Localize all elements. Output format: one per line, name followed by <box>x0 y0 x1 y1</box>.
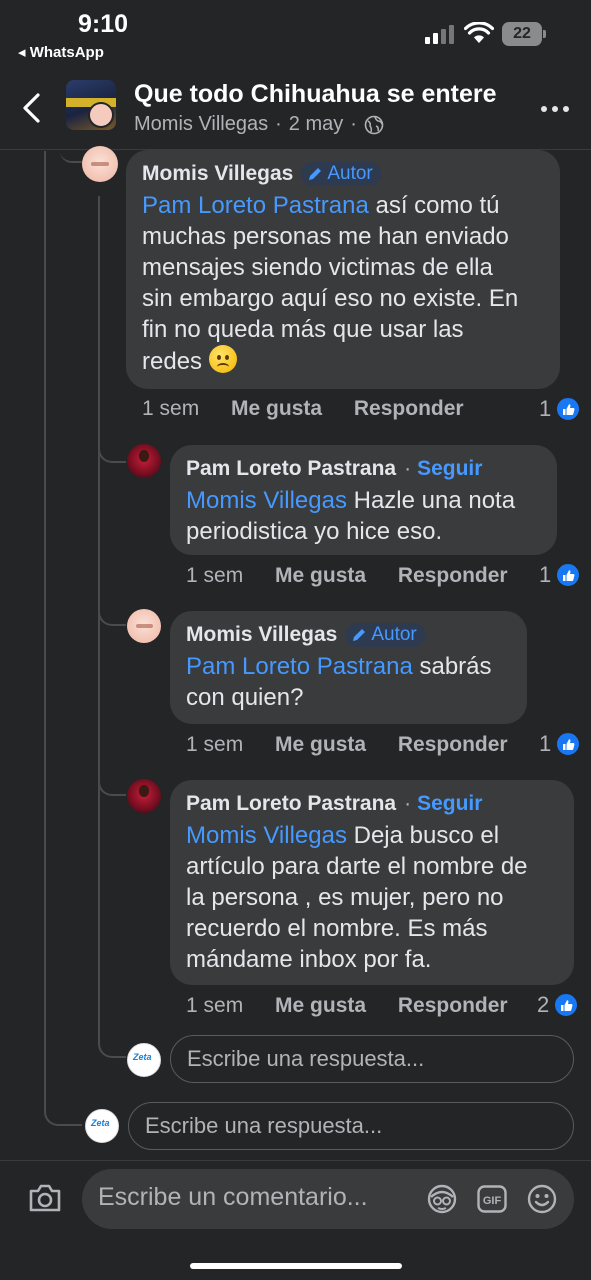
gif-icon[interactable]: GIF <box>476 1183 508 1215</box>
comment-input[interactable]: Escribe un comentario... GIF <box>82 1169 574 1229</box>
comment-time[interactable]: 1 sem <box>142 397 199 420</box>
pencil-icon <box>309 168 322 180</box>
comment-bubble: Pam Loreto Pastrana · Seguir Momis Ville… <box>170 445 557 555</box>
comment-bubble: Momis Villegas Autor Pam Loreto Pastrana… <box>126 150 560 389</box>
cellular-signal-icon <box>425 24 455 44</box>
comment-actions: 1 sem Me gusta Responder <box>142 397 490 421</box>
group-title[interactable]: Que todo Chihuahua se entere <box>134 80 497 109</box>
my-avatar: Zeta <box>127 1043 161 1077</box>
like-button[interactable]: Me gusta <box>275 564 366 587</box>
comment-time[interactable]: 1 sem <box>186 564 243 587</box>
nested-reply-input[interactable]: Escribe una respuesta... <box>170 1035 574 1083</box>
reply-button[interactable]: Responder <box>398 994 508 1017</box>
comment-author[interactable]: Momis Villegas <box>186 623 337 647</box>
battery-level: 22 <box>502 22 542 46</box>
reaction-count[interactable]: 2 <box>537 992 580 1018</box>
battery-icon: 22 <box>502 22 546 46</box>
comment-author[interactable]: Pam Loreto Pastrana <box>186 457 396 481</box>
reply-button[interactable]: Responder <box>354 397 464 420</box>
reply-input[interactable]: Escribe una respuesta... <box>128 1102 574 1150</box>
clock: 9:10 <box>78 10 129 38</box>
thumbs-up-icon <box>555 731 582 757</box>
thumbs-up-icon <box>555 396 582 422</box>
reaction-count[interactable]: 1 <box>539 731 582 757</box>
comment-bubble: Pam Loreto Pastrana · Seguir Momis Ville… <box>170 780 574 985</box>
comment-actions: 1 sem Me gusta Responder <box>186 994 534 1018</box>
thread-connector <box>98 1032 126 1058</box>
mention-link[interactable]: Pam Loreto Pastrana <box>186 653 413 680</box>
thread-connector <box>44 1100 82 1126</box>
back-to-app-link[interactable]: ◂ WhatsApp <box>18 43 104 61</box>
comment-text: Pam Loreto Pastrana así como tú muchas p… <box>142 192 519 375</box>
comment-author[interactable]: Momis Villegas <box>142 162 293 186</box>
meta-separator: · <box>275 113 282 135</box>
thread-connector <box>98 770 126 796</box>
author-badge: Autor <box>345 623 425 647</box>
avatar-sticker-icon[interactable] <box>426 1183 458 1215</box>
follow-button[interactable]: Seguir <box>417 792 482 816</box>
comment-text: Momis Villegas Deja busco el artículo pa… <box>186 822 528 973</box>
globe-icon <box>364 115 384 134</box>
reaction-count[interactable]: 1 <box>539 396 582 422</box>
camera-icon[interactable] <box>28 1183 62 1213</box>
frowning-face-icon <box>208 345 237 373</box>
more-options-icon[interactable] <box>541 106 571 114</box>
comment-time[interactable]: 1 sem <box>186 733 243 756</box>
back-chevron-icon[interactable] <box>20 92 44 124</box>
emoji-icon[interactable] <box>526 1183 558 1215</box>
mention-link[interactable]: Pam Loreto Pastrana <box>142 192 369 219</box>
comment-actions: 1 sem Me gusta Responder <box>186 564 534 588</box>
svg-text:GIF: GIF <box>483 1195 502 1207</box>
author-badge: Autor <box>301 162 381 186</box>
status-bar: 9:10 ◂ WhatsApp 22 <box>0 0 591 66</box>
group-thumbnail[interactable] <box>66 80 116 130</box>
comment-text: Pam Loreto Pastrana sabrás con quien? <box>186 653 492 711</box>
avatar[interactable] <box>82 146 118 182</box>
like-button[interactable]: Me gusta <box>275 733 366 756</box>
thumbs-up-icon <box>555 562 582 588</box>
avatar[interactable] <box>127 444 161 478</box>
pencil-icon <box>353 629 366 641</box>
reply-button[interactable]: Responder <box>398 564 508 587</box>
like-button[interactable]: Me gusta <box>231 397 322 420</box>
comment-placeholder: Escribe un comentario... <box>98 1183 368 1211</box>
my-avatar: Zeta <box>85 1109 119 1143</box>
reaction-count[interactable]: 1 <box>539 562 582 588</box>
post-meta: Momis Villegas · 2 may · <box>134 113 384 136</box>
comment-actions: 1 sem Me gusta Responder <box>186 733 534 757</box>
comment-time[interactable]: 1 sem <box>186 994 243 1017</box>
reply-button[interactable]: Responder <box>398 733 508 756</box>
like-button[interactable]: Me gusta <box>275 994 366 1017</box>
mention-link[interactable]: Momis Villegas <box>186 822 347 849</box>
meta-separator: · <box>350 113 357 135</box>
home-indicator <box>190 1263 402 1269</box>
post-author[interactable]: Momis Villegas <box>134 113 268 136</box>
mention-link[interactable]: Momis Villegas <box>186 487 347 514</box>
avatar[interactable] <box>127 609 161 643</box>
avatar[interactable] <box>127 779 161 813</box>
post-date[interactable]: 2 may <box>289 113 343 136</box>
comment-composer-bar: Escribe un comentario... GIF <box>0 1160 591 1280</box>
thread-line-outer <box>44 151 46 1107</box>
comment-bubble: Momis Villegas Autor Pam Loreto Pastrana… <box>170 611 527 724</box>
wifi-icon <box>464 22 494 43</box>
author-mini-avatar <box>88 102 114 128</box>
thread-connector <box>98 600 126 626</box>
post-header: Que todo Chihuahua se entere Momis Ville… <box>0 66 591 150</box>
comment-text: Momis Villegas Hazle una nota periodisti… <box>186 487 516 545</box>
thumbs-up-icon <box>553 992 580 1018</box>
follow-button[interactable]: Seguir <box>417 457 482 481</box>
thread-connector <box>98 437 126 463</box>
comment-author[interactable]: Pam Loreto Pastrana <box>186 792 396 816</box>
thread-connector <box>60 151 82 163</box>
